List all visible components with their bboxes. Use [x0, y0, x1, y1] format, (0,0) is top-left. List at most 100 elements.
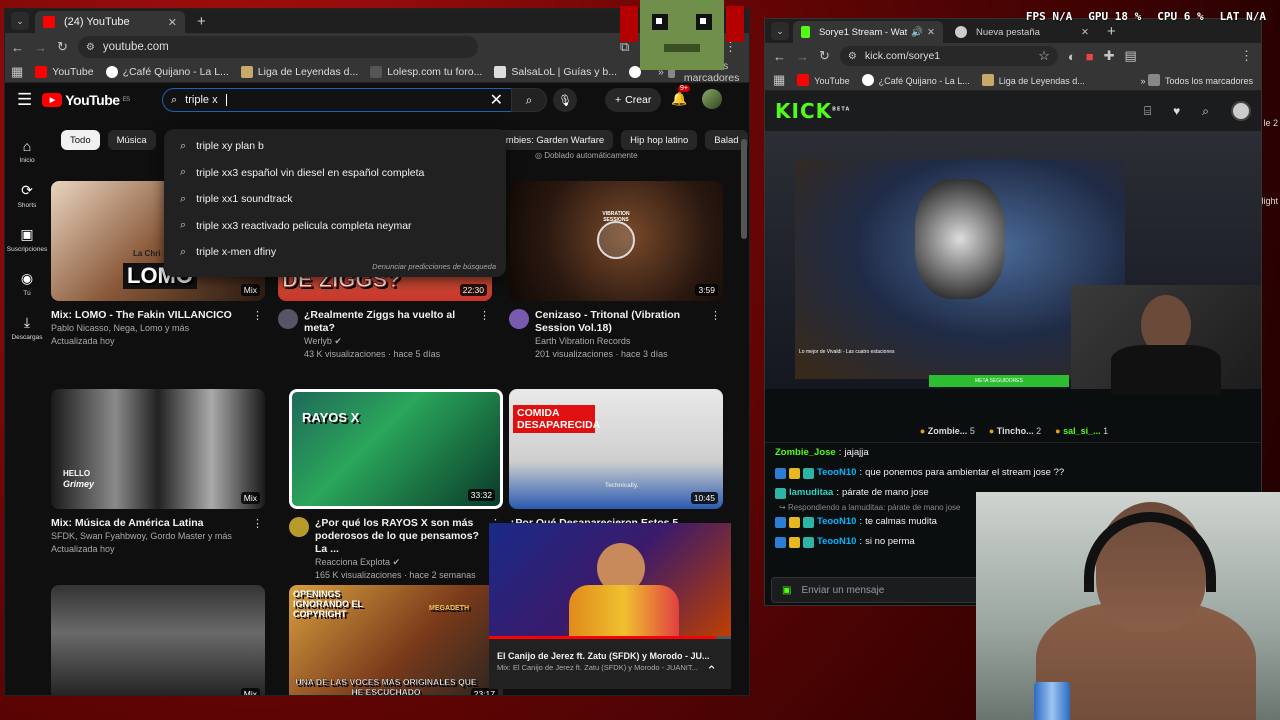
- site-info-icon[interactable]: ⚙: [86, 42, 95, 53]
- apps-grid-icon[interactable]: ▦: [11, 64, 23, 80]
- bookmark-item[interactable]: Liga de Leyendas d...: [240, 65, 358, 78]
- video-card[interactable]: RAYOS X 33:32 ¿Por qué los RAYOS X son m…: [289, 389, 503, 582]
- apps-grid-icon[interactable]: ▦: [773, 72, 785, 88]
- sidebar-item-shorts[interactable]: ⟳ Shorts: [5, 173, 49, 217]
- stream-video-player[interactable]: Lo mejor de Vivaldi - Las cuatro estacio…: [765, 131, 1261, 395]
- menu-icon[interactable]: ☰: [17, 90, 32, 110]
- sidebar-item-you[interactable]: ◉ Tú: [5, 261, 49, 305]
- bookmark-item[interactable]: YouTube: [797, 73, 850, 86]
- following-heart-icon[interactable]: ♥: [1173, 104, 1180, 118]
- tab-youtube[interactable]: (24) YouTube ✕: [35, 11, 185, 33]
- gifter-item[interactable]: ● Tincho... 2: [989, 426, 1041, 436]
- expand-chevron-up-icon[interactable]: ⌃: [706, 663, 717, 679]
- video-title[interactable]: Mix: Música de América Latina: [51, 517, 232, 530]
- sidepanel-icon[interactable]: ▤: [1125, 48, 1137, 64]
- search-icon[interactable]: ⌕: [1202, 104, 1209, 119]
- back-icon[interactable]: ←: [11, 40, 24, 55]
- audio-icon[interactable]: 🔊: [911, 27, 923, 38]
- tab-new[interactable]: Nueva pestaña ✕: [947, 21, 1097, 43]
- youtube-favicon: [43, 16, 55, 28]
- video-thumbnail[interactable]: RAYOS X 33:32: [289, 389, 503, 509]
- extensions-puzzle-icon[interactable]: ✚: [1104, 48, 1115, 64]
- forward-icon[interactable]: →: [796, 49, 809, 64]
- bookmark-item[interactable]: ¿Café Quijano - La L...: [105, 65, 229, 78]
- account-avatar[interactable]: [702, 89, 722, 109]
- bookmark-item[interactable]: Lolesp.com tu foro...: [370, 65, 482, 78]
- video-title[interactable]: Cenizaso - Tritonal (Vibration Session V…: [535, 309, 723, 335]
- desktop-hint-text: light: [1261, 196, 1278, 206]
- suggestion-item[interactable]: ⌕ triple xx1 soundtrack: [164, 186, 506, 213]
- reload-icon[interactable]: ↻: [819, 48, 830, 64]
- bookmark-item[interactable]: YouTube: [35, 65, 94, 78]
- bell-icon: 🔔: [671, 91, 688, 106]
- miniplayer[interactable]: El Canijo de Jerez ft. Zatu (SFDK) y Mor…: [489, 523, 731, 689]
- video-card[interactable]: OPENINGS IGNORANDO EL COPYRIGHT MEGADETH…: [289, 585, 503, 695]
- more-options-icon[interactable]: ⋮: [479, 309, 490, 322]
- clear-search-icon[interactable]: ✕: [490, 90, 503, 110]
- scrollbar[interactable]: [741, 139, 747, 239]
- miniplayer-progress[interactable]: [489, 636, 731, 639]
- create-button[interactable]: + Crear: [605, 88, 662, 112]
- chip-music[interactable]: Música: [107, 130, 156, 150]
- voice-search-button[interactable]: 🎙: [553, 88, 577, 112]
- sidebar-item-home[interactable]: ⌂ Inicio: [5, 129, 49, 173]
- more-options-icon[interactable]: ⋮: [710, 309, 721, 322]
- extension-icon[interactable]: ◐: [1068, 49, 1076, 64]
- video-card[interactable]: Mix: [51, 585, 265, 695]
- bookmark-item[interactable]: ¿Café Quijano - La L...: [861, 73, 970, 86]
- sidebar-item-subscriptions[interactable]: ▣ Suscripciones: [5, 217, 49, 261]
- bookmark-star-icon[interactable]: ☆: [1038, 48, 1050, 64]
- miniplayer-video[interactable]: [489, 523, 731, 639]
- bookmark-item[interactable]: SalsaLoL | Guías y b...: [494, 65, 617, 78]
- more-options-icon[interactable]: ⋮: [252, 309, 263, 322]
- new-tab-icon[interactable]: +: [197, 13, 206, 30]
- url-text: youtube.com: [102, 41, 169, 53]
- suggestion-item[interactable]: ⌕ triple xx3 reactivado pelicula completa…: [164, 213, 506, 240]
- bookmark-item[interactable]: Liga de Leyendas d...: [981, 73, 1085, 86]
- video-thumbnail[interactable]: COMIDA DESAPARECIDA Technically. 10:45: [509, 389, 723, 509]
- video-thumbnail[interactable]: VIBRATION SESSIONS 3:59: [509, 181, 723, 301]
- close-tab-icon[interactable]: ✕: [1081, 27, 1089, 38]
- address-bar[interactable]: ⚙ youtube.com: [77, 36, 478, 58]
- video-title[interactable]: ¿Realmente Ziggs ha vuelto al meta?: [304, 309, 492, 335]
- chip-hiphop[interactable]: Hip hop latino: [621, 130, 698, 150]
- tab-search-button[interactable]: ⌄: [11, 12, 29, 30]
- kick-logo[interactable]: KICKBETA: [775, 99, 850, 123]
- search-input[interactable]: ⌕ triple x ✕: [162, 88, 512, 112]
- video-title[interactable]: Mix: LOMO - The Fakin VILLANCICO: [51, 309, 246, 322]
- video-thumbnail[interactable]: HELLO Grimey Mix: [51, 389, 265, 509]
- emote-icon[interactable]: ▣: [782, 585, 791, 596]
- all-bookmarks[interactable]: » Todos los marcadores: [1140, 73, 1253, 86]
- video-title[interactable]: ¿Por qué los RAYOS X son más poderosos d…: [315, 517, 503, 556]
- tab-search-button[interactable]: ⌄: [771, 22, 789, 40]
- search-button[interactable]: ⌕: [511, 88, 547, 112]
- chip-all[interactable]: Todo: [61, 130, 100, 150]
- notifications-button[interactable]: 🔔 9+: [671, 85, 690, 107]
- menu-dots-icon[interactable]: ⋮: [1240, 48, 1253, 64]
- reload-icon[interactable]: ↻: [57, 39, 68, 55]
- more-options-icon[interactable]: ⋮: [252, 517, 263, 530]
- new-tab-icon[interactable]: +: [1107, 23, 1116, 40]
- report-predictions-link[interactable]: Denunciar predicciones de búsqueda: [372, 262, 496, 271]
- sidebar-item-downloads[interactable]: ⤓ Descargas: [5, 305, 49, 349]
- youtube-logo[interactable]: ▶ YouTube ES: [42, 92, 130, 108]
- tab-kick-stream[interactable]: Sorye1 Stream - Watch Live 🔊 ✕: [793, 21, 943, 43]
- video-card[interactable]: HELLO Grimey Mix Mix: Música de América …: [51, 389, 265, 556]
- library-icon[interactable]: ⌸: [1144, 104, 1151, 119]
- video-thumbnail[interactable]: OPENINGS IGNORANDO EL COPYRIGHT MEGADETH…: [289, 585, 503, 695]
- address-bar[interactable]: ⚙ kick.com/sorye1 ☆: [839, 46, 1058, 66]
- forward-icon[interactable]: →: [34, 40, 47, 55]
- gifter-item[interactable]: ● Zombie... 5: [920, 426, 975, 436]
- back-icon[interactable]: ←: [773, 49, 786, 64]
- video-card[interactable]: VIBRATION SESSIONS 3:59 Cenizaso - Trito…: [509, 181, 723, 361]
- video-thumbnail[interactable]: Mix: [51, 585, 265, 695]
- close-tab-icon[interactable]: ✕: [927, 27, 935, 38]
- user-avatar[interactable]: [1231, 101, 1251, 121]
- extension-red-icon[interactable]: ■: [1086, 49, 1094, 64]
- dubbed-badge: ◎ Doblado automáticamente: [535, 151, 638, 160]
- suggestion-item[interactable]: ⌕ triple xy plan b: [164, 133, 506, 160]
- close-tab-icon[interactable]: ✕: [168, 16, 177, 29]
- suggestion-item[interactable]: ⌕ triple xx3 español vin diesel en españo…: [164, 160, 506, 187]
- video-card[interactable]: COMIDA DESAPARECIDA Technically. 10:45 ¿…: [509, 389, 723, 530]
- gifter-item[interactable]: ● sal_si_... 1: [1055, 426, 1108, 436]
